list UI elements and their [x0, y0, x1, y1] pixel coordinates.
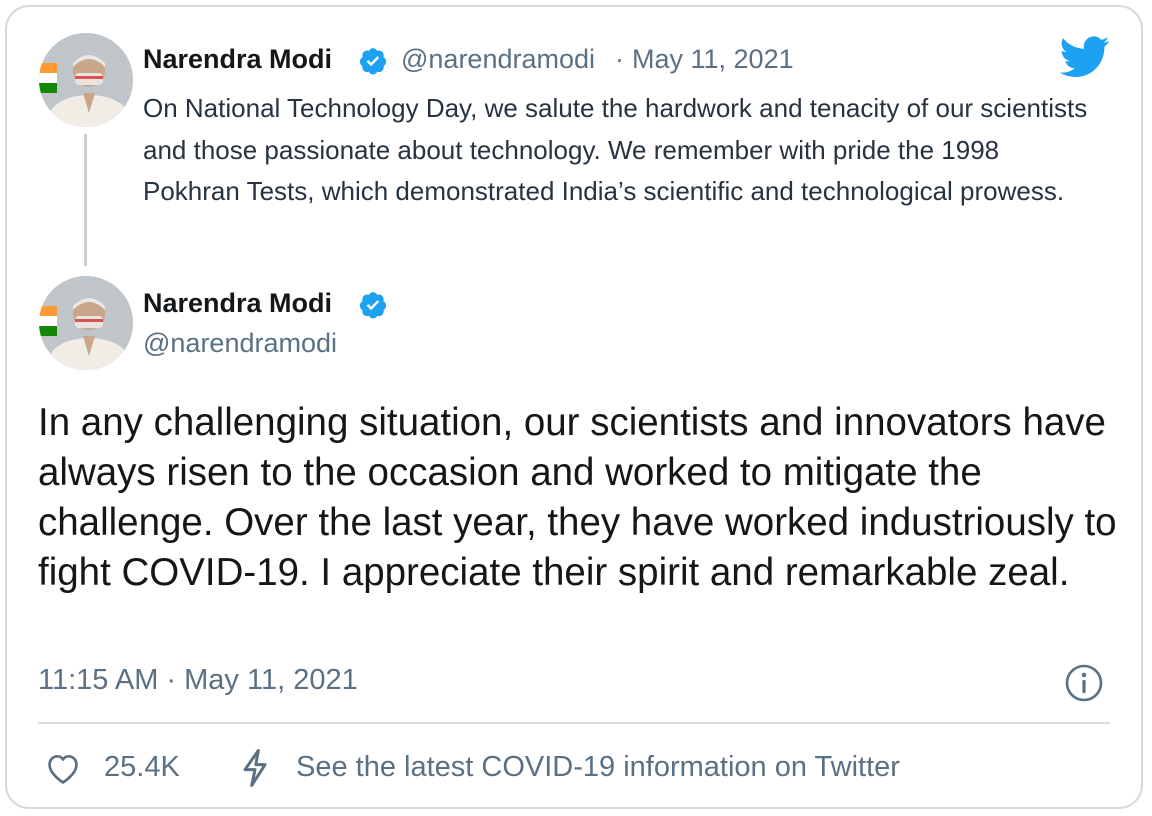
twitter-bird-icon[interactable]: [1060, 36, 1110, 78]
quoted-tweet-date[interactable]: May 11, 2021: [632, 44, 794, 75]
quoted-tweet-text: On National Technology Day, we salute th…: [143, 93, 1088, 206]
info-icon[interactable]: [1064, 663, 1104, 703]
tweet-timestamp[interactable]: 11:15 AM · May 11, 2021: [38, 664, 358, 697]
verified-badge-icon: [359, 48, 387, 75]
quoted-author-avatar[interactable]: [39, 33, 133, 127]
actions-divider: [38, 722, 1110, 724]
author-avatar[interactable]: [39, 276, 133, 370]
quoted-author-name[interactable]: Narendra Modi: [143, 44, 332, 75]
lightning-bolt-icon: [243, 749, 267, 787]
tweet-text: In any challenging situation, our scient…: [38, 401, 1117, 594]
verified-badge-icon: [359, 292, 387, 319]
quoted-date-separator: ·: [615, 44, 624, 74]
quoted-author-handle[interactable]: @narendramodi: [401, 44, 595, 75]
like-count[interactable]: 25.4K: [104, 751, 180, 784]
thread-connector-line: [84, 134, 87, 266]
author-name[interactable]: Narendra Modi: [143, 288, 332, 319]
author-handle[interactable]: @narendramodi: [143, 328, 337, 359]
covid-info-link[interactable]: See the latest COVID-19 information on T…: [296, 751, 900, 784]
heart-icon[interactable]: [44, 750, 82, 788]
